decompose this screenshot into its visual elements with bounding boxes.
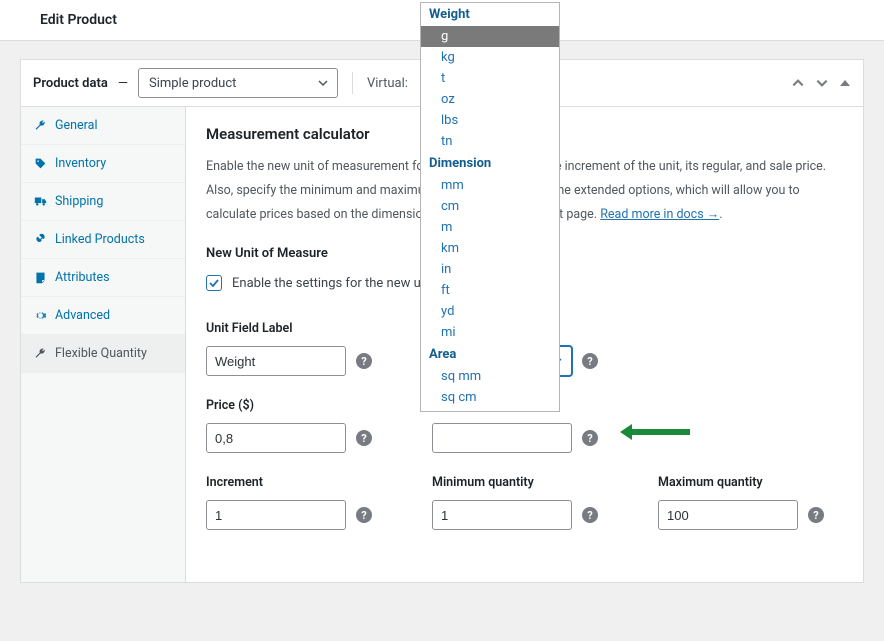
tab-shipping[interactable]: Shipping xyxy=(21,183,185,221)
tab-label: Linked Products xyxy=(55,232,145,247)
help-icon[interactable]: ? xyxy=(356,507,372,523)
help-icon[interactable]: ? xyxy=(582,430,598,446)
dropdown-item[interactable]: kg xyxy=(421,47,559,68)
unit-field-label-field: Unit Field Label ? xyxy=(206,321,372,376)
chevron-down-icon xyxy=(317,77,329,89)
tab-label: Flexible Quantity xyxy=(55,346,147,361)
note-icon xyxy=(33,271,47,285)
link-icon xyxy=(33,233,47,247)
dropdown-item[interactable]: lbs xyxy=(421,110,559,131)
unit-dropdown[interactable]: WeightgkgtozlbstnDimensionmmcmmkminftydm… xyxy=(420,2,560,412)
min-qty-field: Minimum quantity ? xyxy=(432,475,598,530)
tabs-sidebar: General Inventory Shipping Linked Products A… xyxy=(21,107,186,582)
dropdown-item[interactable]: g xyxy=(421,26,559,47)
dropdown-item[interactable]: sq m xyxy=(421,408,559,412)
dropdown-item[interactable]: tn xyxy=(421,131,559,152)
unit-field-label-title: Unit Field Label xyxy=(206,321,372,336)
gear-icon xyxy=(33,309,47,323)
max-qty-input[interactable] xyxy=(658,500,798,530)
increment-field: Increment ? xyxy=(206,475,372,530)
min-qty-input[interactable] xyxy=(432,500,572,530)
dropdown-item[interactable]: yd xyxy=(421,301,559,322)
help-icon[interactable]: ? xyxy=(582,507,598,523)
tab-linked-products[interactable]: Linked Products xyxy=(21,221,185,259)
dropdown-item[interactable]: m xyxy=(421,217,559,238)
dropdown-item[interactable]: sq mm xyxy=(421,366,559,387)
price-label: Price ($) xyxy=(206,398,372,413)
tab-label: Advanced xyxy=(55,308,110,323)
product-type-select[interactable]: Simple product xyxy=(138,68,338,98)
divider xyxy=(352,72,353,94)
dropdown-item[interactable]: mi xyxy=(421,322,559,343)
dropdown-item[interactable]: ft xyxy=(421,280,559,301)
panel-actions xyxy=(791,76,851,90)
dropdown-item[interactable]: t xyxy=(421,68,559,89)
dropdown-item[interactable]: km xyxy=(421,238,559,259)
annotation-arrow xyxy=(620,422,690,446)
enable-checkbox[interactable] xyxy=(206,275,222,291)
docs-link[interactable]: Read more in docs → xyxy=(600,207,719,222)
max-qty-field: Maximum quantity ? xyxy=(658,475,824,530)
increment-label: Increment xyxy=(206,475,372,490)
tab-label: Attributes xyxy=(55,270,110,285)
max-qty-label: Maximum quantity xyxy=(658,475,824,490)
tab-label: Inventory xyxy=(55,156,106,171)
chevron-down-icon[interactable] xyxy=(815,76,829,90)
price-input[interactable] xyxy=(206,423,346,453)
tab-general[interactable]: General xyxy=(21,107,185,145)
collapse-icon[interactable] xyxy=(839,77,851,89)
tab-inventory[interactable]: Inventory xyxy=(21,145,185,183)
dropdown-item[interactable]: oz xyxy=(421,89,559,110)
check-icon xyxy=(208,277,220,289)
help-icon[interactable]: ? xyxy=(356,430,372,446)
dropdown-item[interactable]: cm xyxy=(421,196,559,217)
tab-attributes[interactable]: Attributes xyxy=(21,259,185,297)
truck-icon xyxy=(33,195,47,209)
panel-title: Product data xyxy=(33,76,108,91)
unit-field-label-input[interactable] xyxy=(206,346,346,376)
dash: — xyxy=(118,76,128,91)
tab-label: General xyxy=(55,118,98,133)
wrench-icon xyxy=(33,119,47,133)
virtual-label: Virtual: xyxy=(367,76,408,91)
dropdown-group: Dimension xyxy=(421,152,559,175)
dropdown-item[interactable]: sq cm xyxy=(421,387,559,408)
price-field: Price ($) ? xyxy=(206,398,372,453)
tab-advanced[interactable]: Advanced xyxy=(21,297,185,335)
dropdown-group: Area xyxy=(421,343,559,366)
wrench-icon xyxy=(33,347,47,361)
min-qty-label: Minimum quantity xyxy=(432,475,598,490)
help-icon[interactable]: ? xyxy=(356,353,372,369)
help-icon[interactable]: ? xyxy=(582,353,598,369)
dropdown-item[interactable]: in xyxy=(421,259,559,280)
product-type-value: Simple product xyxy=(149,76,236,91)
sale-price-input[interactable] xyxy=(432,423,572,453)
increment-input[interactable] xyxy=(206,500,346,530)
help-icon[interactable]: ? xyxy=(808,507,824,523)
dropdown-item[interactable]: mm xyxy=(421,175,559,196)
dropdown-group: Weight xyxy=(421,3,559,26)
tag-icon xyxy=(33,157,47,171)
tab-flexible-quantity[interactable]: Flexible Quantity xyxy=(21,335,185,373)
chevron-up-icon[interactable] xyxy=(791,76,805,90)
tab-label: Shipping xyxy=(55,194,103,209)
row-qty: Increment ? Minimum quantity ? Maximum q… xyxy=(206,475,843,530)
